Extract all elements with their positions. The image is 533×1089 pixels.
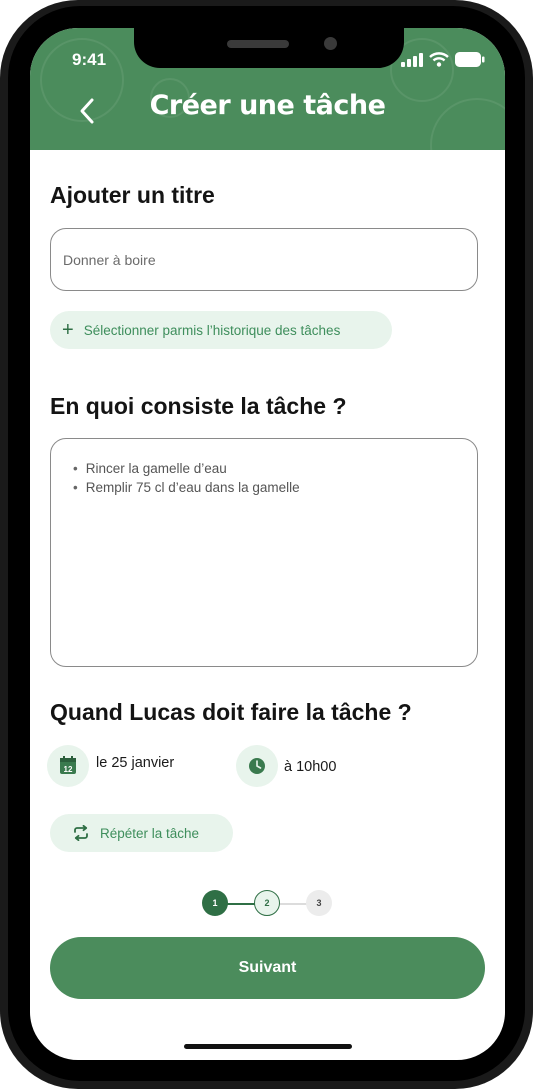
description-item: Rincer la gamelle d’eau — [73, 459, 300, 478]
signal-icon — [401, 52, 423, 67]
description-textarea[interactable]: Rincer la gamelle d’eau Remplir 75 cl d’… — [50, 438, 478, 667]
description-heading: En quoi consiste la tâche ? — [50, 393, 347, 419]
description-list: Rincer la gamelle d’eau Remplir 75 cl d’… — [73, 459, 300, 497]
phone-frame: 9:41 Créer une tâche Ajouter un titre Do… — [0, 0, 533, 1089]
calendar-icon: 12 — [60, 756, 76, 774]
step-2: 2 — [254, 890, 280, 916]
step-1: 1 — [202, 890, 228, 916]
title-input[interactable]: Donner à boire — [50, 228, 478, 291]
repeat-button[interactable]: Répéter la tâche — [50, 814, 233, 852]
time-label[interactable]: à 10h00 — [284, 759, 336, 775]
progress-stepper: 1 2 3 — [202, 890, 332, 918]
date-label[interactable]: le 25 janvier — [96, 755, 174, 771]
front-camera — [324, 37, 337, 50]
phone-notch — [134, 28, 404, 68]
page-title: Créer une tâche — [149, 90, 386, 121]
clock-icon — [249, 758, 265, 774]
time-picker-button[interactable] — [236, 745, 278, 787]
repeat-button-label: Répéter la tâche — [100, 825, 200, 841]
stepper-line-todo — [280, 903, 308, 905]
title-input-placeholder: Donner à boire — [63, 252, 156, 268]
description-item: Remplir 75 cl d’eau dans la gamelle — [73, 478, 300, 497]
status-time: 9:41 — [72, 50, 107, 69]
history-button[interactable]: + Sélectionner parmis l’historique des t… — [50, 311, 392, 349]
date-picker-button[interactable]: 12 — [47, 745, 89, 787]
wifi-icon — [429, 52, 449, 67]
stepper-line-done — [226, 903, 256, 905]
app-screen: 9:41 Créer une tâche Ajouter un titre Do… — [30, 28, 505, 1060]
status-icons — [401, 52, 485, 67]
speaker-grille — [227, 40, 289, 48]
plus-icon: + — [62, 319, 74, 341]
repeat-icon — [74, 825, 88, 841]
schedule-heading: Quand Lucas doit faire la tâche ? — [50, 699, 412, 725]
next-button[interactable]: Suivant — [50, 937, 485, 999]
title-heading: Ajouter un titre — [50, 182, 215, 208]
calendar-day: 12 — [64, 765, 73, 774]
battery-icon — [455, 52, 485, 67]
home-indicator — [184, 1044, 352, 1049]
step-3: 3 — [306, 890, 332, 916]
history-button-label: Sélectionner parmis l’historique des tâc… — [83, 322, 341, 338]
